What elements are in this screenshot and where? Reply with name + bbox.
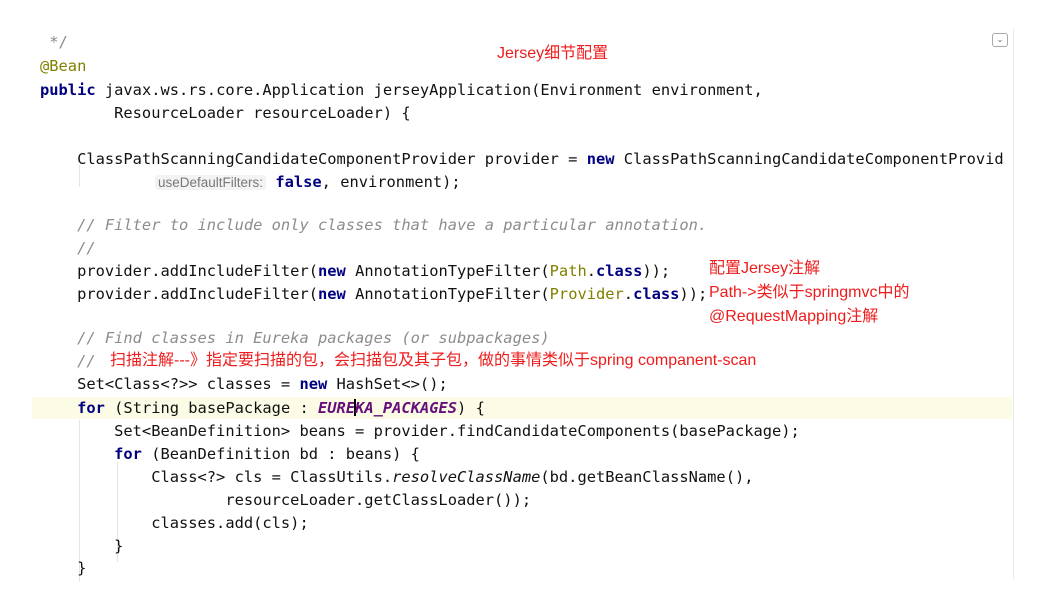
annotation-config-jersey: 配置Jersey注解 <box>709 260 821 277</box>
beans-line: Set<BeanDefinition> beans = provider.fin… <box>40 422 800 440</box>
provider-declaration: ClassPathScanningCandidateComponentProvi… <box>40 150 1004 168</box>
comment-end: */ <box>40 33 68 51</box>
for-bean-loop: for (BeanDefinition bd : beans) { <box>114 445 420 463</box>
annotation-scan-note: 扫描注解---》指定要扫描的包，会扫描包及其子包，做的事情类似于spring c… <box>110 352 757 369</box>
method-signature: public javax.ws.rs.core.Application jers… <box>40 81 763 99</box>
add-path-filter: provider.addIncludeFilter(new Annotation… <box>40 262 671 280</box>
comment-find: // Find classes in Eureka packages (or s… <box>40 329 550 347</box>
close-outer-brace: } <box>40 559 87 577</box>
close-inner-brace: } <box>40 537 124 555</box>
add-provider-filter: provider.addIncludeFilter(new Annotation… <box>40 285 708 303</box>
annotation-request-mapping: @RequestMapping注解 <box>709 308 879 325</box>
editor-right-margin <box>1013 28 1014 580</box>
parameter-hint: useDefaultFilters: <box>155 175 267 190</box>
method-signature-line2: ResourceLoader resourceLoader) { <box>40 104 411 122</box>
annotation-path-note: Path->类似于springmvc中的 <box>709 284 910 301</box>
bean-annotation: @Bean <box>40 57 87 75</box>
classes-add-line: classes.add(cls); <box>40 514 309 532</box>
for-package-loop: for (String basePackage : EUREKA_PACKAGE… <box>77 399 485 417</box>
comment-scan: // <box>40 352 96 370</box>
classes-declaration: Set<Class<?>> classes = new HashSet<>(); <box>40 375 448 393</box>
provider-args: useDefaultFilters: false, environment); <box>155 172 461 192</box>
annotation-title: Jersey细节配置 <box>497 45 609 62</box>
chevron-down-icon[interactable]: ⌄ <box>992 33 1008 47</box>
resolve-class-line2: resourceLoader.getClassLoader()); <box>40 491 532 509</box>
comment-filter: // Filter to include only classes that h… <box>40 216 708 234</box>
comment-empty: // <box>40 239 96 257</box>
resolve-class-line: Class<?> cls = ClassUtils.resolveClassNa… <box>40 468 754 486</box>
